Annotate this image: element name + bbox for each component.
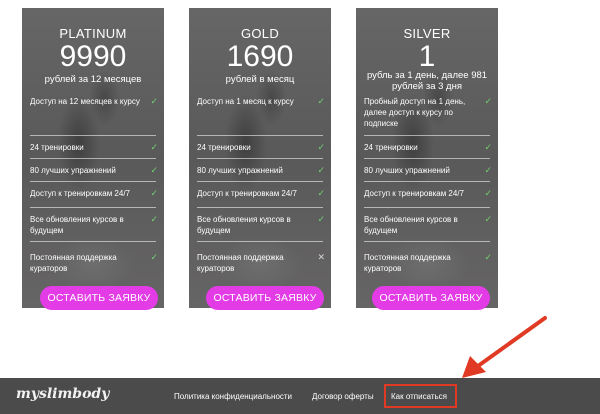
pricing-section: PLATINUM 9990 рублей за 12 месяцев Досту… bbox=[0, 0, 600, 310]
plan-period: рубль за 1 день, далее 981 рублей за 3 д… bbox=[366, 70, 488, 92]
check-icon: ✓ bbox=[317, 96, 325, 106]
plan-name: PLATINUM bbox=[59, 26, 127, 41]
plan-price: 9990 bbox=[59, 40, 127, 73]
check-icon: ✓ bbox=[484, 165, 492, 175]
check-icon: ✓ bbox=[150, 96, 158, 106]
feature-item: Постоянная поддержка кураторов ✕ bbox=[197, 252, 325, 273]
plan-price: 1 bbox=[418, 40, 436, 73]
offer-agreement-link[interactable]: Договор оферты bbox=[312, 392, 374, 401]
unsubscribe-highlight-box bbox=[384, 384, 457, 408]
check-icon: ✓ bbox=[150, 188, 158, 198]
feature-item: Все обновления курсов в будущем ✓ bbox=[30, 214, 158, 242]
plan-card-gold: GOLD 1690 рублей в месяц Доступ на 1 мес… bbox=[189, 8, 331, 308]
cross-icon: ✕ bbox=[317, 252, 325, 262]
plan-price: 1690 bbox=[226, 40, 294, 73]
check-icon: ✓ bbox=[484, 252, 492, 262]
check-icon: ✓ bbox=[150, 214, 158, 224]
check-icon: ✓ bbox=[484, 214, 492, 224]
feature-item: Доступ к тренировкам 24/7 ✓ bbox=[197, 188, 325, 208]
submit-request-button-gold[interactable]: ОСТАВИТЬ ЗАЯВКУ bbox=[206, 286, 324, 310]
feature-item: 80 лучших упражнений ✓ bbox=[30, 165, 158, 182]
feature-item: Постоянная поддержка кураторов ✓ bbox=[364, 252, 492, 273]
submit-request-button-platinum[interactable]: ОСТАВИТЬ ЗАЯВКУ bbox=[40, 286, 158, 310]
logo[interactable]: myslimbody bbox=[16, 386, 109, 402]
feature-item: Доступ на 1 месяц к курсу ✓ bbox=[197, 96, 325, 136]
check-icon: ✓ bbox=[484, 142, 492, 152]
check-icon: ✓ bbox=[317, 188, 325, 198]
plan-period: рублей за 12 месяцев bbox=[44, 74, 142, 85]
feature-item: Доступ к тренировкам 24/7 ✓ bbox=[30, 188, 158, 208]
privacy-policy-link[interactable]: Политика конфиденциальности bbox=[174, 392, 292, 401]
check-icon: ✓ bbox=[150, 165, 158, 175]
feature-item: 24 тренировки ✓ bbox=[197, 142, 325, 159]
feature-item: Доступ к тренировкам 24/7 ✓ bbox=[364, 188, 492, 208]
plan-card-platinum: PLATINUM 9990 рублей за 12 месяцев Досту… bbox=[22, 8, 164, 308]
submit-request-button-silver[interactable]: ОСТАВИТЬ ЗАЯВКУ bbox=[372, 286, 490, 310]
check-icon: ✓ bbox=[317, 214, 325, 224]
feature-item: 24 тренировки ✓ bbox=[30, 142, 158, 159]
check-icon: ✓ bbox=[484, 188, 492, 198]
plan-period: рублей в месяц bbox=[225, 74, 295, 85]
arrow-head-icon bbox=[462, 356, 486, 378]
feature-item: 24 тренировки ✓ bbox=[364, 142, 492, 159]
plan-name: GOLD bbox=[240, 26, 280, 41]
feature-item: Доступ на 12 месяцев к курсу ✓ bbox=[30, 96, 158, 136]
feature-item: Постоянная поддержка кураторов ✓ bbox=[30, 252, 158, 273]
plan-card-silver: SILVER 1 рубль за 1 день, далее 981 рубл… bbox=[356, 8, 498, 308]
check-icon: ✓ bbox=[484, 96, 492, 106]
check-icon: ✓ bbox=[150, 142, 158, 152]
plan-name: SILVER bbox=[403, 26, 451, 41]
check-icon: ✓ bbox=[317, 165, 325, 175]
check-icon: ✓ bbox=[317, 142, 325, 152]
feature-item: 80 лучших упражнений ✓ bbox=[364, 165, 492, 182]
check-icon: ✓ bbox=[150, 252, 158, 262]
footer: myslimbody Политика конфиденциальности Д… bbox=[0, 378, 600, 414]
feature-item: 80 лучших упражнений ✓ bbox=[197, 165, 325, 182]
feature-item: Пробный доступ на 1 день, далее доступ к… bbox=[364, 96, 492, 136]
arrow-shaft bbox=[476, 316, 547, 368]
feature-item: Все обновления курсов в будущем ✓ bbox=[364, 214, 492, 242]
feature-item: Все обновления курсов в будущем ✓ bbox=[197, 214, 325, 242]
